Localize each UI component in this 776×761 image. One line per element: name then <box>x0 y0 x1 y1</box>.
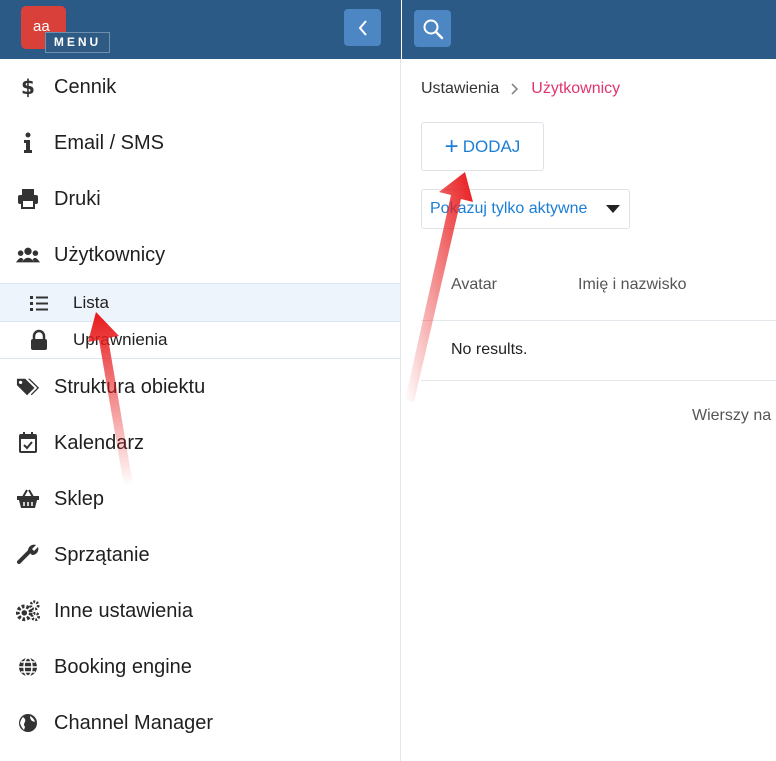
sidebar-item-label: Booking engine <box>54 655 192 678</box>
chevron-right-icon <box>511 83 519 95</box>
globe-icon <box>16 655 40 679</box>
sidebar-item-kalendarz[interactable]: Kalendarz <box>0 415 400 471</box>
sidebar-item-cennik[interactable]: $ Cennik <box>0 59 400 115</box>
search-icon <box>423 19 443 39</box>
sidebar-header: aa MENU <box>0 0 401 59</box>
sidebar-item-label: Sprzątanie <box>54 543 150 566</box>
sidebar-item-sprzatanie[interactable]: Sprzątanie <box>0 527 400 583</box>
column-header-name[interactable]: Imię i nazwisko <box>578 276 686 294</box>
sidebar-item-label: Sklep <box>54 487 105 510</box>
sidebar-item-channel-manager[interactable]: Channel Manager <box>0 695 400 751</box>
sidebar-item-label: Struktura obiektu <box>54 375 206 398</box>
rows-per-page-label: Wierszy na <box>692 407 772 424</box>
sidebar-item-booking-engine[interactable]: Booking engine <box>0 639 400 695</box>
sidebar-item-inne-ustawienia[interactable]: Inne ustawienia <box>0 583 400 639</box>
sidebar-item-label: Inne ustawienia <box>54 599 193 622</box>
sidebar-item-label: Druki <box>54 187 101 210</box>
main-topbar <box>402 0 776 59</box>
tags-icon <box>16 375 40 399</box>
column-header-avatar[interactable]: Avatar <box>451 276 497 294</box>
sidebar-item-label: Channel Manager <box>54 711 213 734</box>
basket-icon <box>16 487 40 511</box>
info-icon <box>16 131 40 155</box>
add-user-button[interactable]: + DODAJ <box>421 122 544 171</box>
sidebar-item-uzytkownicy[interactable]: Użytkownicy <box>0 227 400 283</box>
table-row-empty: No results. <box>421 321 776 381</box>
sidebar-subitem-label: Uprawnienia <box>73 330 168 349</box>
search-button[interactable] <box>414 10 451 47</box>
calendar-check-icon <box>16 431 40 455</box>
sidebar: aa MENU $ Cennik Email / SMS Druki Użytk… <box>0 0 401 761</box>
add-button-label: DODAJ <box>462 136 521 156</box>
sidebar-subitem-uprawnienia[interactable]: Uprawnienia <box>0 321 400 359</box>
breadcrumb: Ustawienia Użytkownicy <box>421 80 620 98</box>
collapse-sidebar-button[interactable] <box>344 9 381 46</box>
sidebar-subitem-lista[interactable]: Lista <box>0 283 400 321</box>
svg-text:$: $ <box>21 75 35 99</box>
breadcrumb-current: Użytkownicy <box>531 80 621 97</box>
sidebar-item-label: Użytkownicy <box>54 243 166 266</box>
sidebar-nav: $ Cennik Email / SMS Druki Użytkownicy L… <box>0 59 400 751</box>
sidebar-item-struktura-obiektu[interactable]: Struktura obiektu <box>0 359 400 415</box>
lock-icon <box>28 329 50 351</box>
sidebar-item-label: Kalendarz <box>54 431 145 454</box>
sidebar-item-email-sms[interactable]: Email / SMS <box>0 115 400 171</box>
list-icon <box>28 292 50 314</box>
sidebar-item-label: Email / SMS <box>54 131 165 154</box>
sidebar-item-label: Cennik <box>54 75 117 98</box>
breadcrumb-parent[interactable]: Ustawienia <box>421 80 499 98</box>
globe-americas-icon <box>16 711 40 735</box>
wrench-icon <box>16 543 40 567</box>
filter-label: Pokazuj tylko aktywne <box>430 200 588 217</box>
sidebar-item-druki[interactable]: Druki <box>0 171 400 227</box>
cogs-icon <box>16 599 40 623</box>
no-results-text: No results. <box>451 341 528 358</box>
dollar-icon: $ <box>16 75 40 99</box>
table-header: Avatar Imię i nazwisko <box>421 250 776 321</box>
users-icon <box>16 243 40 267</box>
menu-label[interactable]: MENU <box>45 32 110 53</box>
caret-down-icon <box>606 205 620 213</box>
printer-icon <box>16 187 40 211</box>
plus-icon: + <box>444 132 459 160</box>
active-filter-dropdown[interactable]: Pokazuj tylko aktywne <box>421 189 630 229</box>
sidebar-subitem-label: Lista <box>73 292 109 312</box>
chevron-left-icon <box>358 19 367 36</box>
sidebar-item-sklep[interactable]: Sklep <box>0 471 400 527</box>
